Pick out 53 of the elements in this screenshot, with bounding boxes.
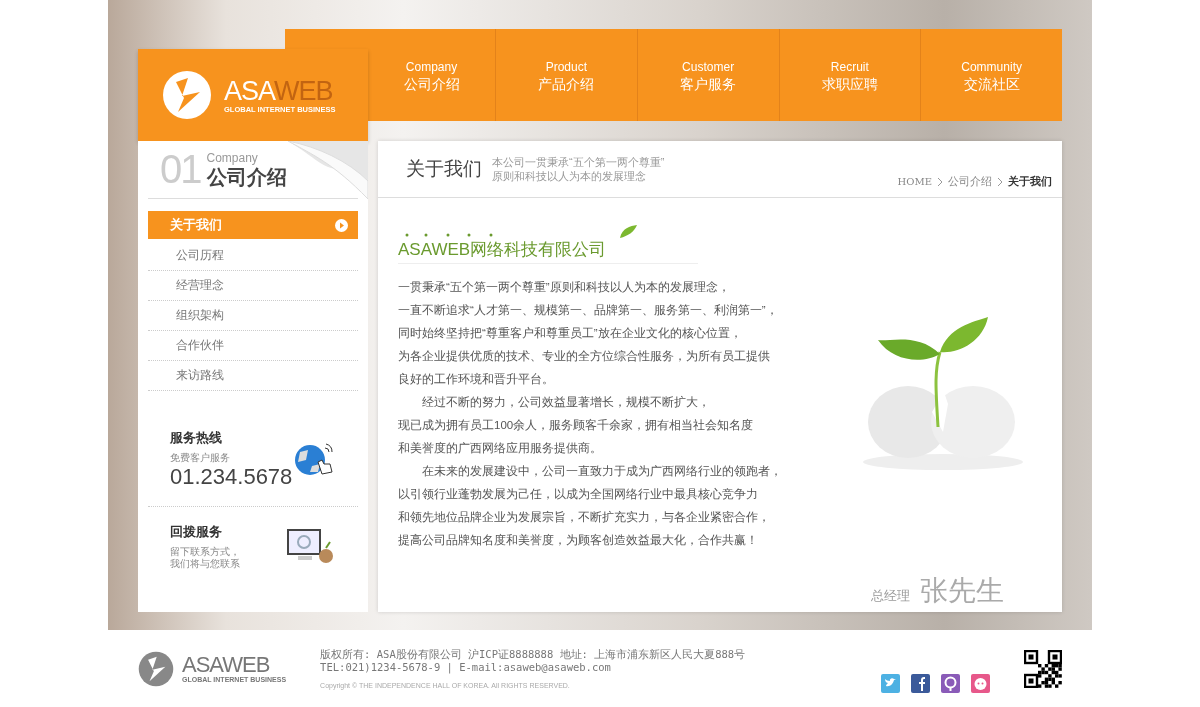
- hotline-title: 服务热线: [170, 429, 223, 447]
- face-icon[interactable]: [971, 674, 990, 693]
- sidebar-menu-item[interactable]: 合作伙伴: [148, 331, 358, 361]
- logo-wordmark: ASAWEB: [182, 654, 271, 676]
- callback-title: 回拨服务: [170, 523, 223, 541]
- footer-contact-text: TEL:021)1234-5678-9 | E-mail:asaweb@asaweb.com: [320, 661, 612, 674]
- company-name: ASAWEB网络科技有限公司: [398, 239, 607, 261]
- page-title: 关于我们: [406, 157, 482, 181]
- breadcrumb-link[interactable]: HOME: [897, 176, 932, 187]
- sidebar-menu-item[interactable]: 经营理念: [148, 271, 358, 301]
- breadcrumb-link[interactable]: 关于我们: [1008, 174, 1052, 189]
- body-text-line: 经过不断的努力，公司效益显著增长，规模不断扩大，: [421, 395, 711, 410]
- breadcrumb-link[interactable]: 公司介绍: [948, 174, 992, 189]
- sidebar-menu-item[interactable]: 组织架构: [148, 301, 358, 331]
- body-text-line: 提高公司品牌知名度和美誉度，为顾客创造效益最大化，合作共赢！: [398, 533, 759, 548]
- sidebar-menu-item[interactable]: 来访路线: [148, 361, 358, 391]
- footer-info-text: 版权所有: ASA股份有限公司 沪ICP证8888888 地址: 上海市浦东新区人民大夏888号: [320, 648, 746, 661]
- play-circle-icon: [335, 218, 348, 232]
- sidebar-menu-item[interactable]: 关于我们: [148, 211, 358, 239]
- section-subtitle: Company: [206, 150, 259, 165]
- nav-link[interactable]: Customer 客户服务: [636, 29, 779, 121]
- location-pin-icon[interactable]: [941, 674, 960, 693]
- logo-wordmark: ASAWEB: [224, 76, 334, 105]
- body-text-line: 一直不断追求“人才第一、规模第一、品牌第一、服务第一、利润第一”，: [398, 303, 779, 318]
- hotline-number: 01.234.5678: [170, 464, 293, 490]
- signature-name: 张先生: [920, 574, 1004, 608]
- hotline-subtitle: 免费客户服务: [170, 452, 231, 464]
- body-text-line: 一贯秉承“五个第一两个尊重”原则和科技以人为本的发展理念，: [398, 280, 731, 295]
- logo-mark-icon: [138, 650, 174, 687]
- page-subtitle: 本公司一贯秉承“五个第一两个尊重” 原则和科技以人为本的发展理念: [492, 155, 665, 183]
- chevron-right-icon: [937, 176, 943, 187]
- nav-link[interactable]: Recruit 求职应聘: [778, 29, 921, 121]
- computer-monitor-icon: [286, 527, 336, 566]
- signature-title: 总经理: [871, 587, 910, 605]
- facebook-icon[interactable]: [911, 674, 930, 693]
- nav-link[interactable]: Product 产品介绍: [495, 29, 637, 121]
- body-text-line: 和美誉度的广西网络应用服务提供商。: [398, 441, 603, 456]
- body-text-line: 和领先地位品牌企业为发展宗旨，不断扩充实力，与各企业紧密合作，: [398, 510, 771, 525]
- body-text-line: 以引领行业蓬勃发展为己任，以成为全国网络行业中最具核心竞争力: [398, 487, 759, 502]
- body-text-line: 同时始终坚持把“尊重客户和尊重员工”放在企业文化的核心位置，: [398, 326, 743, 341]
- leaf-icon: [618, 224, 639, 240]
- body-text-line: 现已成为拥有员工100余人，服务顾客千余家，拥有相当社会知名度: [398, 418, 755, 433]
- sidebar-menu-item[interactable]: 公司历程: [148, 241, 358, 271]
- nav-link[interactable]: Company 公司介绍: [368, 29, 495, 121]
- body-text-line: 在未来的发展建设中，公司一直致力于成为广西网络行业的领跑者，: [421, 464, 783, 479]
- nav-link[interactable]: Community 交流社区: [920, 29, 1062, 121]
- chevron-right-icon: [997, 176, 1003, 187]
- logo-mark-icon: [162, 70, 212, 120]
- body-text-line: 为各企业提供优质的技术、专业的全方位综合性服务，为所有员工提供: [398, 349, 771, 364]
- body-text-line: 良好的工作环境和晋升平台。: [398, 372, 555, 387]
- qr-code-icon: [1024, 649, 1062, 688]
- callback-description: 留下联系方式， 我们将与您联系: [170, 546, 240, 570]
- section-title: 公司介绍: [206, 165, 287, 189]
